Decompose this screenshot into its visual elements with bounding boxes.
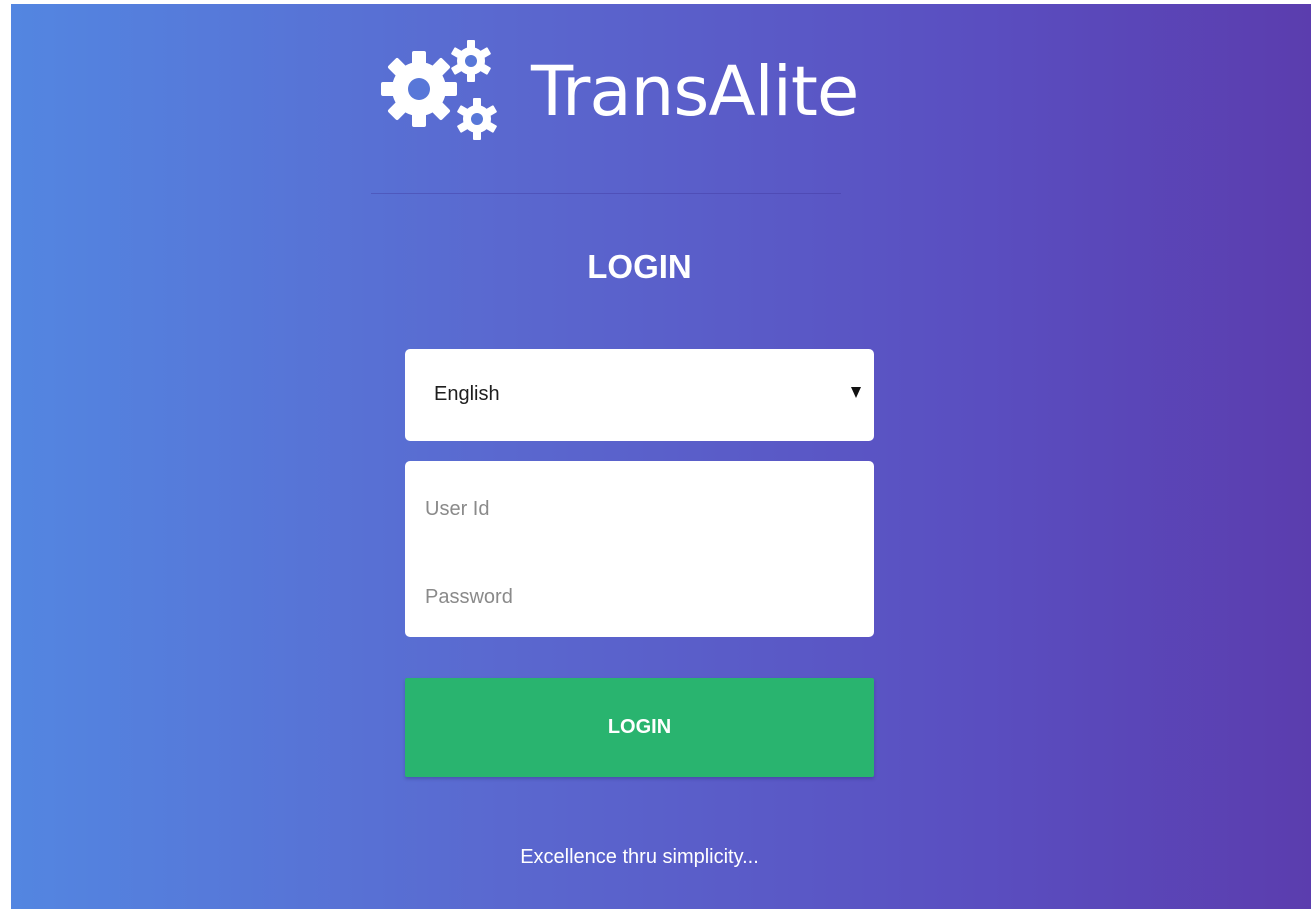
login-page: TransAlite LOGIN English LOGIN Excellenc… — [11, 4, 1311, 909]
tagline: Excellence thru simplicity... — [520, 846, 759, 868]
brand-logo: TransAlite — [381, 34, 911, 154]
password-input[interactable] — [425, 577, 855, 617]
login-button[interactable]: LOGIN — [405, 678, 874, 777]
gears-icon — [381, 40, 497, 140]
language-select[interactable]: English — [405, 349, 874, 441]
credentials-box — [405, 461, 874, 637]
login-heading: LOGIN — [587, 248, 692, 285]
language-selected-value: English — [434, 383, 500, 405]
user-id-input[interactable] — [425, 489, 855, 529]
caret-down-icon — [851, 387, 861, 398]
header-divider — [371, 193, 841, 194]
brand-name: TransAlite — [531, 52, 859, 132]
